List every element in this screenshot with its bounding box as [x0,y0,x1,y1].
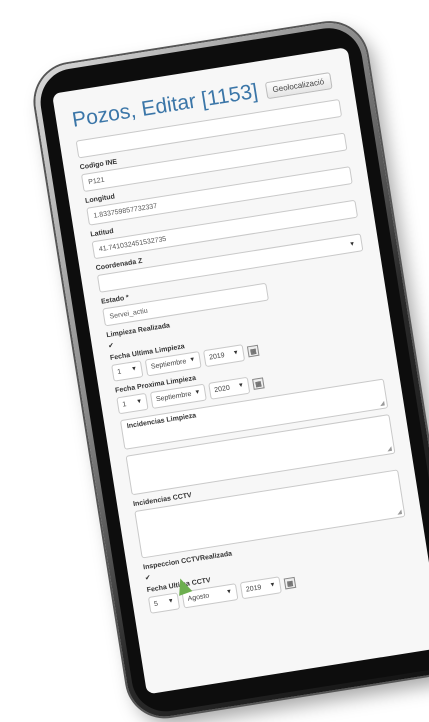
day-select[interactable]: 1 ▼ [111,360,144,382]
day-select[interactable]: 1 ▼ [116,392,149,415]
triangle-down-icon: ▼ [237,382,245,390]
year-select[interactable]: 2020 ▼ [208,376,251,400]
triangle-down-icon: ▼ [130,365,138,373]
day-value: 1 [122,401,127,409]
calendar-icon[interactable]: ▦ [283,576,297,590]
checkmark-icon: ✔ [144,574,152,583]
resize-grip-icon[interactable]: ◢ [387,446,393,453]
triangle-down-icon: ▼ [348,241,356,249]
month-value: Septiembre [150,358,187,371]
triangle-down-icon: ▼ [232,349,240,357]
geolocalize-button[interactable]: Geolocalizació [264,71,333,99]
calendar-icon[interactable]: ▦ [246,344,260,358]
triangle-down-icon: ▼ [194,389,201,397]
month-value: Septiembre [155,390,193,404]
triangle-down-icon: ▼ [269,581,277,589]
year-select[interactable]: 2019 ▼ [202,344,246,368]
phone-screen: Pozos, Editar [1153] Geolocalizació Codi… [52,47,429,695]
checkmark-icon: ✔ [107,342,115,351]
incidencias-limpieza-label: Incidencias Limpieza [126,412,197,431]
triangle-down-icon: ▼ [189,356,196,364]
triangle-down-icon: ▼ [135,398,143,406]
year-value: 2019 [208,352,226,362]
resize-grip-icon[interactable]: ◢ [397,509,403,516]
phone-bezel: Pozos, Editar [1153] Geolocalizació Codi… [35,23,429,717]
resize-grip-icon[interactable]: ◢ [380,401,386,408]
phone-frame: Pozos, Editar [1153] Geolocalizació Codi… [30,17,429,722]
day-value: 1 [116,368,122,377]
day-value: 5 [153,600,159,609]
year-value: 2020 [213,384,231,395]
calendar-icon[interactable]: ▦ [252,377,265,390]
triangle-down-icon: ▼ [225,588,233,596]
